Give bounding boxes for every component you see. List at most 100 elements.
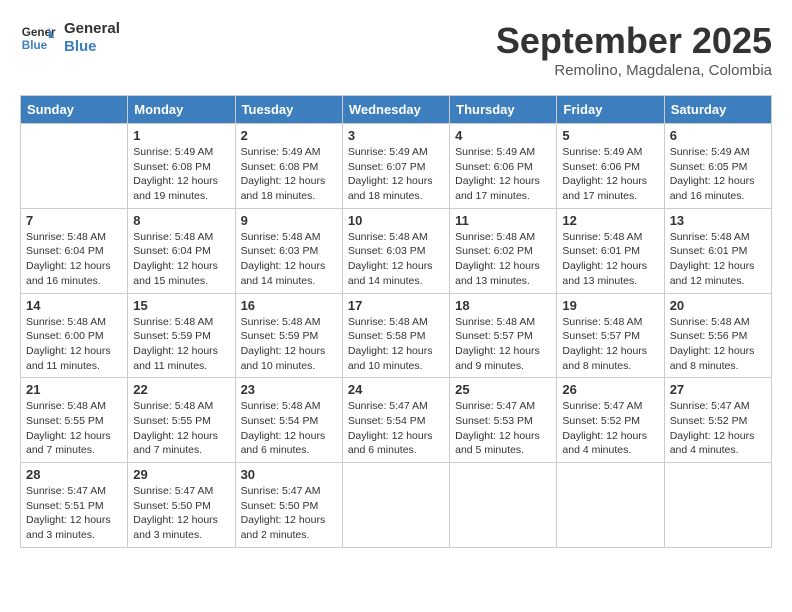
day-number: 24 (348, 382, 444, 397)
calendar-cell: 20 Sunrise: 5:48 AM Sunset: 5:56 PM Dayli… (664, 293, 771, 378)
day-info: Sunrise: 5:48 AM Sunset: 5:57 PM Dayligh… (562, 315, 658, 374)
day-number: 20 (670, 298, 766, 313)
location-subtitle: Remolino, Magdalena, Colombia (496, 62, 772, 79)
calendar-cell: 4Sunrise: 5:49 AM Sunset: 6:06 PM Daylig… (450, 124, 557, 209)
calendar-cell: 25 Sunrise: 5:47 AM Sunset: 5:53 PM Dayli… (450, 378, 557, 463)
calendar-cell: 16 Sunrise: 5:48 AM Sunset: 5:59 PM Dayli… (235, 293, 342, 378)
calendar-cell: 22 Sunrise: 5:48 AM Sunset: 5:55 PM Dayli… (128, 378, 235, 463)
day-number: 15 (133, 298, 229, 313)
day-number: 22 (133, 382, 229, 397)
day-number: 26 (562, 382, 658, 397)
calendar-cell: 11 Sunrise: 5:48 AM Sunset: 6:02 PM Dayli… (450, 208, 557, 293)
day-number: 28 (26, 467, 122, 482)
day-info: Sunrise: 5:48 AM Sunset: 5:56 PM Dayligh… (670, 315, 766, 374)
week-row-4: 21 Sunrise: 5:48 AM Sunset: 5:55 PM Dayli… (21, 378, 772, 463)
calendar-cell: 29 Sunrise: 5:47 AM Sunset: 5:50 PM Dayli… (128, 463, 235, 548)
week-row-5: 28 Sunrise: 5:47 AM Sunset: 5:51 PM Dayli… (21, 463, 772, 548)
day-info: Sunrise: 5:48 AM Sunset: 6:02 PM Dayligh… (455, 230, 551, 289)
day-info: Sunrise: 5:48 AM Sunset: 6:04 PM Dayligh… (26, 230, 122, 289)
day-info: Sunrise: 5:48 AM Sunset: 6:00 PM Dayligh… (26, 315, 122, 374)
calendar-cell: 5Sunrise: 5:49 AM Sunset: 6:06 PM Daylig… (557, 124, 664, 209)
day-number: 25 (455, 382, 551, 397)
day-info: Sunrise: 5:47 AM Sunset: 5:52 PM Dayligh… (670, 399, 766, 458)
calendar-cell: 21Sunrise: 5:48 AM Sunset: 5:55 PM Dayli… (21, 378, 128, 463)
day-number: 30 (241, 467, 337, 482)
calendar-cell: 30 Sunrise: 5:47 AM Sunset: 5:50 PM Dayli… (235, 463, 342, 548)
day-number: 17 (348, 298, 444, 313)
calendar-cell: 19 Sunrise: 5:48 AM Sunset: 5:57 PM Dayli… (557, 293, 664, 378)
day-info: Sunrise: 5:48 AM Sunset: 6:01 PM Dayligh… (562, 230, 658, 289)
calendar-cell: 17 Sunrise: 5:48 AM Sunset: 5:58 PM Dayli… (342, 293, 449, 378)
calendar-cell: 1 Sunrise: 5:49 AM Sunset: 6:08 PM Daylig… (128, 124, 235, 209)
day-info: Sunrise: 5:48 AM Sunset: 6:03 PM Dayligh… (241, 230, 337, 289)
calendar-cell (450, 463, 557, 548)
calendar-cell: 27 Sunrise: 5:47 AM Sunset: 5:52 PM Dayli… (664, 378, 771, 463)
day-info: Sunrise: 5:48 AM Sunset: 6:03 PM Dayligh… (348, 230, 444, 289)
weekday-header-thursday: Thursday (450, 96, 557, 124)
calendar-cell: 3 Sunrise: 5:49 AM Sunset: 6:07 PM Daylig… (342, 124, 449, 209)
day-number: 18 (455, 298, 551, 313)
calendar-cell: 10 Sunrise: 5:48 AM Sunset: 6:03 PM Dayli… (342, 208, 449, 293)
calendar-cell: 8Sunrise: 5:48 AM Sunset: 6:04 PM Daylig… (128, 208, 235, 293)
header: General Blue General Blue September 2025… (20, 20, 772, 79)
calendar-cell: 6 Sunrise: 5:49 AM Sunset: 6:05 PM Daylig… (664, 124, 771, 209)
calendar-cell: 13 Sunrise: 5:48 AM Sunset: 6:01 PM Dayli… (664, 208, 771, 293)
calendar-cell (342, 463, 449, 548)
month-title: September 2025 (496, 20, 772, 62)
logo-icon: General Blue (20, 20, 56, 56)
title-section: September 2025 Remolino, Magdalena, Colo… (496, 20, 772, 79)
weekday-header-saturday: Saturday (664, 96, 771, 124)
day-number: 2 (241, 128, 337, 143)
day-info: Sunrise: 5:48 AM Sunset: 6:01 PM Dayligh… (670, 230, 766, 289)
day-number: 5 (562, 128, 658, 143)
calendar-cell: 15 Sunrise: 5:48 AM Sunset: 5:59 PM Dayli… (128, 293, 235, 378)
day-info: Sunrise: 5:47 AM Sunset: 5:50 PM Dayligh… (133, 484, 229, 543)
day-number: 6 (670, 128, 766, 143)
day-info: Sunrise: 5:47 AM Sunset: 5:51 PM Dayligh… (26, 484, 122, 543)
day-number: 16 (241, 298, 337, 313)
day-number: 21 (26, 382, 122, 397)
day-info: Sunrise: 5:48 AM Sunset: 5:58 PM Dayligh… (348, 315, 444, 374)
svg-text:Blue: Blue (22, 39, 48, 52)
day-info: Sunrise: 5:49 AM Sunset: 6:05 PM Dayligh… (670, 145, 766, 204)
week-row-2: 7Sunrise: 5:48 AM Sunset: 6:04 PM Daylig… (21, 208, 772, 293)
day-number: 8 (133, 213, 229, 228)
day-number: 3 (348, 128, 444, 143)
day-info: Sunrise: 5:49 AM Sunset: 6:08 PM Dayligh… (133, 145, 229, 204)
logo: General Blue General Blue (20, 20, 120, 56)
day-info: Sunrise: 5:48 AM Sunset: 5:59 PM Dayligh… (241, 315, 337, 374)
day-info: Sunrise: 5:47 AM Sunset: 5:54 PM Dayligh… (348, 399, 444, 458)
calendar-cell: 7Sunrise: 5:48 AM Sunset: 6:04 PM Daylig… (21, 208, 128, 293)
weekday-header-monday: Monday (128, 96, 235, 124)
weekday-header-tuesday: Tuesday (235, 96, 342, 124)
calendar-cell: 26 Sunrise: 5:47 AM Sunset: 5:52 PM Dayli… (557, 378, 664, 463)
day-number: 12 (562, 213, 658, 228)
day-number: 27 (670, 382, 766, 397)
calendar-cell (21, 124, 128, 209)
day-info: Sunrise: 5:48 AM Sunset: 5:55 PM Dayligh… (133, 399, 229, 458)
day-number: 4 (455, 128, 551, 143)
day-number: 14 (26, 298, 122, 313)
calendar-cell (557, 463, 664, 548)
calendar-cell: 18Sunrise: 5:48 AM Sunset: 5:57 PM Dayli… (450, 293, 557, 378)
day-number: 10 (348, 213, 444, 228)
day-number: 19 (562, 298, 658, 313)
day-number: 1 (133, 128, 229, 143)
weekday-header-sunday: Sunday (21, 96, 128, 124)
weekday-header-row: SundayMondayTuesdayWednesdayThursdayFrid… (21, 96, 772, 124)
week-row-3: 14 Sunrise: 5:48 AM Sunset: 6:00 PM Dayli… (21, 293, 772, 378)
day-number: 13 (670, 213, 766, 228)
day-number: 11 (455, 213, 551, 228)
day-info: Sunrise: 5:48 AM Sunset: 5:54 PM Dayligh… (241, 399, 337, 458)
week-row-1: 1 Sunrise: 5:49 AM Sunset: 6:08 PM Daylig… (21, 124, 772, 209)
day-info: Sunrise: 5:49 AM Sunset: 6:07 PM Dayligh… (348, 145, 444, 204)
calendar-cell: 14 Sunrise: 5:48 AM Sunset: 6:00 PM Dayli… (21, 293, 128, 378)
day-number: 9 (241, 213, 337, 228)
day-info: Sunrise: 5:48 AM Sunset: 5:59 PM Dayligh… (133, 315, 229, 374)
day-info: Sunrise: 5:47 AM Sunset: 5:52 PM Dayligh… (562, 399, 658, 458)
day-info: Sunrise: 5:47 AM Sunset: 5:50 PM Dayligh… (241, 484, 337, 543)
day-info: Sunrise: 5:47 AM Sunset: 5:53 PM Dayligh… (455, 399, 551, 458)
calendar-cell: 12 Sunrise: 5:48 AM Sunset: 6:01 PM Dayli… (557, 208, 664, 293)
day-number: 29 (133, 467, 229, 482)
calendar-cell (664, 463, 771, 548)
